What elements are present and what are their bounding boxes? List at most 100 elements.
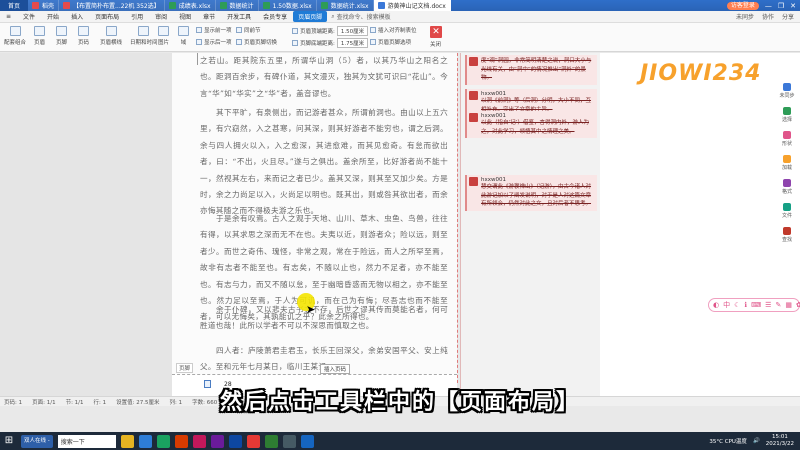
float-tool-icon[interactable]: 中 [723, 300, 730, 310]
float-tool-icon[interactable]: ℹ [744, 301, 747, 309]
menu-item[interactable]: 引用 [125, 12, 149, 21]
side-tool-label: 格式 [781, 189, 792, 195]
side-tool-label: 加载 [781, 165, 792, 171]
side-tool-button[interactable]: 文件 [776, 203, 798, 219]
system-tray: 35°C CPU温度 🔊 15:01 2021/3/22 [709, 434, 800, 448]
float-tool-icon[interactable]: ☰ [765, 301, 771, 309]
menu-bar: ≡ 文件 开始 插入 页面布局 引用 审阅 视图 章节 开发工具 会员专享 页眉页脚 ⌕ 查找命令… [0, 11, 800, 23]
header-distance-input[interactable]: 1.50厘米 [336, 26, 369, 36]
app-icon-red[interactable] [246, 434, 260, 448]
float-tool-icon[interactable]: ⌨ [751, 301, 761, 309]
side-tool-button[interactable]: 加载 [776, 155, 798, 171]
taskbar-search[interactable]: 搜索一下 [57, 434, 116, 448]
insert-tab-stop-button[interactable]: 插入对齐制表位 [370, 26, 417, 34]
comment-card[interactable]: 度“观”洞园，非常简明清楚之说，洞口大小与光线有关，由“洞中”的情况推出“洞外”… [465, 55, 597, 85]
photoshop-icon[interactable] [228, 434, 242, 448]
floating-input-toolbar[interactable]: ◐ 中 ☾ ℹ ⌨ ☰ ✎ ▦ ✿ [708, 298, 800, 312]
comment-avatar-icon [469, 177, 478, 186]
login-button[interactable]: 访客登录 [726, 1, 759, 10]
maximize-icon[interactable]: ❐ [778, 2, 784, 10]
comment-card[interactable]: hxxw001 慧交谓此《游褒禅山》（记游），由古今诸人对此游记加以了阐发说明，… [465, 175, 597, 211]
float-tool-icon[interactable]: ☾ [734, 301, 740, 309]
ribbon-label: 图片 [158, 40, 170, 46]
header-footer-options-button[interactable]: 页眉页脚选项 [370, 38, 411, 46]
file-explorer-icon[interactable] [120, 434, 134, 448]
ribbon-button-footer[interactable]: 页脚 [56, 26, 67, 46]
menu-item[interactable]: 插入 [65, 12, 89, 21]
float-tool-icon[interactable]: ▦ [785, 301, 792, 309]
taskbar-search-text: 搜索一下 [60, 438, 85, 446]
office-icon[interactable] [174, 434, 188, 448]
clock-date: 2021/3/22 [765, 441, 794, 447]
document-tab[interactable]: 成绩表.xlsx [164, 0, 216, 11]
close-icon[interactable]: ✕ [790, 2, 796, 10]
ribbon-button-picture[interactable]: 图片 [158, 26, 169, 46]
header-footer-switch-button[interactable]: 页眉页脚切换 [236, 38, 277, 46]
side-tool-button[interactable]: 形状 [776, 131, 798, 147]
chrome-icon[interactable] [156, 434, 170, 448]
menu-item[interactable]: 页面布局 [89, 12, 125, 21]
float-tool-icon[interactable]: ✿ [796, 301, 800, 309]
menu-item[interactable]: 审阅 [149, 12, 173, 21]
title-bar: 首页 稻壳 【布置简朴布置...22机 352选】 成绩表.xlsx 数据统计 1.50… [0, 0, 800, 11]
search-command-box[interactable]: ⌕ 查找命令、搜索模板 [331, 12, 390, 22]
same-as-previous-button[interactable]: 同前节 [236, 26, 261, 34]
show-next-button[interactable]: 显示后一项 [196, 38, 232, 46]
taskbar: ⊞ 双人在线 - 搜索一下 35°C CPU温度 🔊 15:01 2021/3/… [0, 432, 800, 450]
footer-distance-input[interactable]: 1.75厘米 [336, 38, 369, 48]
premiere-icon[interactable] [210, 434, 224, 448]
ribbon-button-page-number[interactable]: 页码 [78, 26, 89, 46]
side-tool-button[interactable]: 查找 [776, 227, 798, 243]
app-icon-green[interactable] [264, 434, 278, 448]
ribbon-label: 页眉横线 [100, 40, 123, 46]
volume-icon[interactable]: 🔊 [753, 438, 760, 444]
float-tool-icon[interactable]: ◐ [713, 301, 719, 309]
minimize-icon[interactable]: — [765, 2, 772, 10]
menu-header-footer[interactable]: 页眉页脚 [293, 11, 328, 22]
menu-right-action[interactable]: 协作 [762, 12, 774, 21]
app-icon-gray[interactable] [282, 434, 296, 448]
menu-right-action[interactable]: 分享 [782, 12, 794, 21]
show-previous-button[interactable]: 显示前一项 [196, 26, 232, 34]
hamburger-icon[interactable]: ≡ [0, 13, 17, 20]
app-icon-blue[interactable] [300, 434, 314, 448]
document-tab[interactable]: 游黄神山记文档.docx [373, 0, 451, 11]
comment-card[interactable]: hxxw001 以此（指自‘记’）借鉴，言得洞内外，游人为之，对此学习，领悟其中… [465, 111, 597, 138]
footer-icon [56, 26, 67, 36]
menu-item[interactable]: 开始 [41, 12, 65, 21]
home-tab[interactable]: 首页 [0, 0, 28, 11]
document-tab[interactable]: 数据统计.xlsx [316, 0, 374, 11]
menu-item[interactable]: 文件 [17, 12, 41, 21]
browser-icon[interactable] [138, 434, 152, 448]
document-tab[interactable]: 【布置简朴布置...22机 352选】 [59, 0, 165, 11]
menu-item[interactable]: 会员专享 [257, 12, 293, 21]
side-tool-button[interactable]: 格式 [776, 179, 798, 195]
side-tool-icon [783, 203, 791, 211]
document-tab[interactable]: 稻壳 [28, 0, 60, 11]
windows-start-icon[interactable]: ⊞ [2, 434, 16, 448]
calendar-icon [138, 26, 150, 36]
menu-right-action[interactable]: 未同步 [736, 12, 754, 21]
taskbar-app-label[interactable]: 双人在线 - [21, 434, 53, 448]
close-header-footer-icon[interactable]: ✕ [430, 26, 442, 38]
menu-item[interactable]: 视图 [173, 12, 197, 21]
file-type-icon [219, 2, 227, 9]
ribbon-button-combo[interactable]: 配套组合 [4, 26, 26, 46]
document-page[interactable]: 之若山。距其院东五里，所谓华山洞（5）者，以其乃华山之阳名之也。距洞百余步，有碑… [172, 53, 457, 385]
side-tool-button[interactable]: 选择 [776, 107, 798, 123]
ribbon-button-header[interactable]: 页眉 [34, 26, 45, 46]
side-tool-button[interactable]: 未同步 [776, 83, 798, 99]
ribbon-button-date-time[interactable]: 日期和时间 [130, 26, 158, 46]
ribbon-button-header-line[interactable]: 页眉横线 [100, 26, 122, 46]
menu-item[interactable]: 章节 [197, 12, 221, 21]
document-tab[interactable]: 数据统计 [215, 0, 259, 11]
ribbon-toolbar: 配套组合 页眉 页脚 页码 页眉横线 日期和时间 图片 域 显示前一项 显示后一… [0, 23, 800, 52]
wps-icon[interactable] [192, 434, 206, 448]
document-tab[interactable]: 1.50数据.xlsx [258, 0, 317, 11]
float-tool-icon[interactable]: ✎ [775, 301, 781, 309]
picture-icon [158, 26, 169, 36]
ribbon-button-field[interactable]: 域 [178, 26, 189, 46]
clock[interactable]: 15:01 2021/3/22 [766, 434, 794, 448]
insert-page-number-button[interactable]: 插入页码 [320, 364, 351, 374]
menu-item[interactable]: 开发工具 [221, 12, 257, 21]
